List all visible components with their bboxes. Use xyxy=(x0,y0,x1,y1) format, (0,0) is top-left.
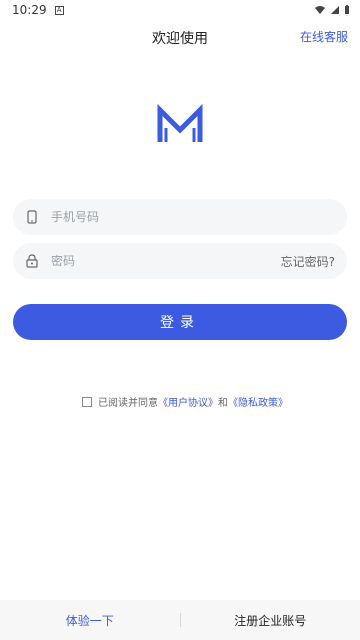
footer: 体验一下 注册企业账号 xyxy=(0,600,360,640)
forgot-password-link[interactable]: 忘记密码? xyxy=(281,253,335,270)
lock-icon xyxy=(25,254,39,268)
battery-icon xyxy=(345,5,349,14)
online-service-link[interactable]: 在线客服 xyxy=(300,28,348,45)
try-it-button[interactable]: 体验一下 xyxy=(0,600,180,640)
agreement-and: 和 xyxy=(218,398,228,409)
notification-icon: A xyxy=(54,5,64,15)
page-title: 欢迎使用 xyxy=(152,31,208,47)
signal-icon xyxy=(331,6,339,14)
status-right xyxy=(314,5,350,15)
brand-logo xyxy=(157,104,203,142)
phone-icon xyxy=(25,210,39,224)
privacy-policy-link[interactable]: 《隐私政策》 xyxy=(228,394,288,409)
password-field[interactable]: 忘记密码? xyxy=(13,243,347,279)
agreement-row: 已阅读并同意 《用户协议》 和 《隐私政策》 xyxy=(82,394,288,409)
phone-input[interactable] xyxy=(51,210,335,224)
agreement-checkbox[interactable] xyxy=(82,396,92,407)
status-time: 10:29 xyxy=(12,3,47,17)
notification-glyph: A xyxy=(56,5,62,14)
phone-field[interactable] xyxy=(13,199,347,235)
agreement-prefix: 已阅读并同意 xyxy=(98,398,158,409)
register-enterprise-button[interactable]: 注册企业账号 xyxy=(181,600,360,640)
status-bar: 10:29 A xyxy=(0,0,360,20)
header: 欢迎使用 在线客服 xyxy=(0,24,360,52)
password-input[interactable] xyxy=(51,254,281,268)
user-agreement-link[interactable]: 《用户协议》 xyxy=(158,394,218,409)
wifi-icon xyxy=(315,6,325,14)
status-left: 10:29 A xyxy=(12,3,64,17)
login-button[interactable]: 登录 xyxy=(13,304,347,340)
